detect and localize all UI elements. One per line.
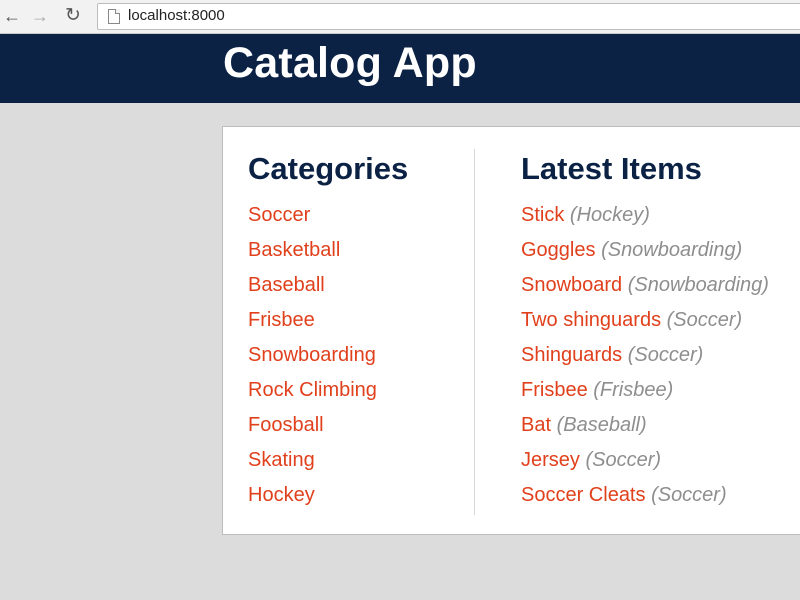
item-category: (Soccer)	[627, 344, 704, 366]
item-link[interactable]: Shinguards	[521, 344, 622, 366]
item-category: (Hockey)	[569, 204, 650, 226]
address-bar[interactable]: localhost:8000	[97, 3, 800, 30]
category-link[interactable]: Hockey	[248, 484, 315, 506]
category-item: Soccer	[248, 203, 377, 238]
item-category: (Snowboarding)	[601, 239, 743, 261]
latest-item: Frisbee (Frisbee)	[521, 378, 800, 413]
category-link[interactable]: Snowboarding	[248, 344, 376, 366]
item-category: (Soccer)	[585, 449, 662, 471]
latest-item: Jersey (Soccer)	[521, 448, 800, 483]
category-item: Frisbee	[248, 308, 377, 343]
category-link[interactable]: Skating	[248, 449, 315, 471]
item-link[interactable]: Two shinguards	[521, 309, 661, 331]
latest-items-heading: Latest Items	[521, 151, 702, 186]
category-item: Rock Climbing	[248, 378, 377, 413]
item-link[interactable]: Snowboard	[521, 274, 622, 296]
latest-item: Stick (Hockey)	[521, 203, 800, 238]
categories-heading: Categories	[248, 151, 409, 186]
category-link[interactable]: Baseball	[248, 274, 325, 296]
page-icon	[108, 9, 120, 24]
category-item: Skating	[248, 448, 377, 483]
item-category: (Soccer)	[651, 484, 727, 506]
item-link[interactable]: Bat	[521, 414, 551, 436]
forward-arrow-icon[interactable]: →	[30, 6, 50, 26]
item-link[interactable]: Frisbee	[521, 379, 588, 401]
item-link[interactable]: Goggles	[521, 239, 596, 261]
browser-toolbar: ← → ↻ localhost:8000	[0, 0, 800, 34]
latest-item: Soccer Cleats (Soccer)	[521, 483, 800, 518]
category-link[interactable]: Basketball	[248, 239, 340, 261]
latest-items-list: Stick (Hockey) Goggles (Snowboarding) Sn…	[521, 203, 800, 518]
item-link[interactable]: Soccer Cleats	[521, 484, 646, 506]
latest-item: Bat (Baseball)	[521, 413, 800, 448]
category-link[interactable]: Rock Climbing	[248, 379, 377, 401]
app-title[interactable]: Catalog App	[223, 39, 477, 88]
column-divider	[474, 149, 475, 515]
category-link[interactable]: Frisbee	[248, 309, 315, 331]
category-link[interactable]: Soccer	[248, 204, 310, 226]
item-category: (Snowboarding)	[627, 274, 769, 296]
category-item: Hockey	[248, 483, 377, 518]
item-link[interactable]: Jersey	[521, 449, 580, 471]
url-text: localhost:8000	[128, 7, 225, 24]
back-arrow-icon[interactable]: ←	[2, 6, 22, 26]
item-category: (Soccer)	[666, 309, 743, 331]
latest-item: Two shinguards (Soccer)	[521, 308, 800, 343]
item-link[interactable]: Stick	[521, 204, 564, 226]
category-item: Foosball	[248, 413, 377, 448]
category-link[interactable]: Foosball	[248, 414, 324, 436]
app-header: Catalog App	[0, 34, 800, 103]
category-item: Snowboarding	[248, 343, 377, 378]
content-panel: Categories Soccer Basketball Baseball Fr…	[222, 126, 800, 535]
latest-item: Goggles (Snowboarding)	[521, 238, 800, 273]
category-item: Basketball	[248, 238, 377, 273]
latest-item: Shinguards (Soccer)	[521, 343, 800, 378]
categories-list: Soccer Basketball Baseball Frisbee Snowb…	[248, 203, 377, 518]
item-category: (Baseball)	[556, 414, 647, 436]
item-category: (Frisbee)	[593, 379, 674, 401]
latest-item: Snowboard (Snowboarding)	[521, 273, 800, 308]
reload-icon[interactable]: ↻	[63, 6, 83, 26]
category-item: Baseball	[248, 273, 377, 308]
